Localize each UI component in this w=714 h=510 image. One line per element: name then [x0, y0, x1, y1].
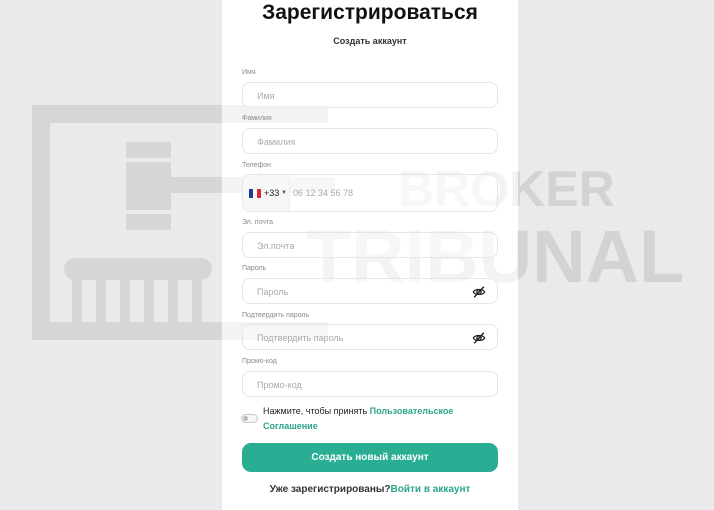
terms-toggle[interactable]: [241, 414, 258, 423]
terms-text: Нажмите, чтобы принять: [263, 406, 370, 416]
toggle-knob: [243, 416, 248, 421]
email-label: Эл. почта: [242, 219, 273, 226]
first-name-placeholder: Имя: [257, 91, 275, 101]
promo-code-field[interactable]: Промо-код: [242, 371, 498, 397]
confirm-password-field[interactable]: Подтвердить пароль: [242, 324, 498, 350]
login-prompt-text: Уже зарегистрированы?: [269, 484, 391, 495]
first-name-field[interactable]: Имя: [242, 82, 498, 108]
country-code-value: +33: [264, 188, 280, 198]
email-placeholder: Эл.почта: [257, 241, 295, 251]
terms-consent: Нажмите, чтобы принять Пользовательское …: [263, 404, 503, 434]
chevron-down-icon: ▼: [281, 190, 287, 196]
phone-label: Телефон: [242, 162, 272, 169]
phone-field[interactable]: +33 ▼ 06 12 34 56 78: [242, 174, 498, 212]
last-name-placeholder: Фамилия: [257, 137, 296, 147]
password-placeholder: Пароль: [257, 287, 289, 297]
password-label: Пароль: [242, 265, 267, 272]
promo-code-placeholder: Промо-код: [257, 380, 302, 390]
page-subtitle: Создать аккаунт: [333, 36, 407, 46]
france-flag-icon: [249, 189, 261, 198]
page-title: Зарегистрироваться: [262, 1, 478, 24]
email-field[interactable]: Эл.почта: [242, 232, 498, 258]
confirm-password-label: Подтвердить пароль: [242, 312, 310, 319]
eye-slash-icon[interactable]: [472, 285, 486, 299]
password-field[interactable]: Пароль: [242, 278, 498, 304]
create-account-button[interactable]: Создать новый аккаунт: [242, 443, 498, 472]
last-name-field[interactable]: Фамилия: [242, 128, 498, 154]
last-name-label: Фамилия: [242, 115, 272, 122]
eye-slash-icon[interactable]: [472, 331, 486, 345]
login-link[interactable]: Войти в аккаунт: [391, 484, 471, 495]
login-prompt: Уже зарегистрированы?Войти в аккаунт: [222, 484, 518, 495]
promo-code-label: Промо-код: [242, 358, 277, 365]
confirm-password-placeholder: Подтвердить пароль: [257, 333, 344, 343]
first-name-label: Имя: [242, 69, 256, 76]
phone-placeholder: 06 12 34 56 78: [293, 188, 354, 198]
country-code-select[interactable]: +33 ▼: [243, 175, 290, 211]
